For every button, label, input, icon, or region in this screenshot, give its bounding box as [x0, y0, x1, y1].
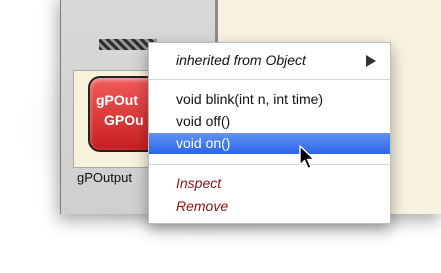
object-chip-line2: GPOu [104, 112, 144, 128]
menu-item-label: void blink(int n, int time) [176, 91, 324, 107]
menu-item-remove[interactable]: Remove [149, 196, 390, 217]
menu-item-label: void on() [176, 135, 231, 151]
menu-item-off[interactable]: void off() [149, 111, 390, 132]
context-menu: inherited from Object void blink(int n, … [148, 42, 391, 224]
menu-separator [149, 79, 390, 80]
menu-item-blink[interactable]: void blink(int n, int time) [149, 89, 390, 110]
object-chip-line1: gPOut [96, 92, 138, 108]
mouse-pointer-icon [299, 145, 315, 170]
menu-item-label: inherited from Object [176, 52, 306, 68]
menu-item-label: Inspect [176, 175, 222, 191]
menu-item-label: void off() [176, 113, 231, 129]
menu-item-on[interactable]: void on() [149, 133, 390, 154]
menu-item-label: Remove [176, 198, 229, 214]
menu-separator [149, 164, 390, 165]
submenu-arrow-icon [366, 55, 376, 67]
object-caption: gPOutput [77, 170, 132, 185]
menu-item-inherited[interactable]: inherited from Object [149, 50, 390, 71]
screen: gPOut GPOu gPOutput inherited from Objec… [0, 0, 441, 273]
menu-item-inspect[interactable]: Inspect [149, 173, 390, 194]
